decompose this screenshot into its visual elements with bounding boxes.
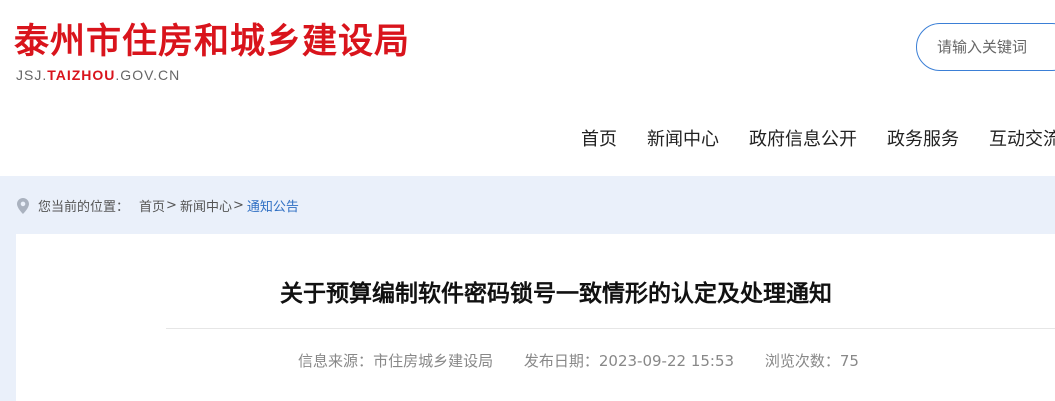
breadcrumb: 您当前的位置： 首页 > 新闻中心 > 通知公告 (16, 196, 299, 215)
main-nav: 首页 新闻中心 政府信息公开 政务服务 互动交流 (566, 124, 1055, 156)
title-divider (166, 328, 1055, 329)
date-value: 2023-09-22 15:53 (598, 352, 735, 370)
source-value: 市住房城乡建设局 (373, 352, 494, 370)
site-header: 泰州市住房和城乡建设局 JSJ.TAIZHOU.GOV.CN 首页 新闻中心 政… (0, 0, 1055, 176)
nav-item-home[interactable]: 首页 (566, 124, 632, 156)
breadcrumb-notices[interactable]: 通知公告 (247, 196, 299, 215)
search-box (916, 23, 1055, 71)
nav-item-news[interactable]: 新闻中心 (632, 124, 734, 156)
breadcrumb-home[interactable]: 首页 (139, 196, 165, 215)
location-pin-icon (17, 197, 29, 214)
article-source: 信息来源：市住房城乡建设局 (298, 352, 493, 370)
article-meta: 信息来源：市住房城乡建设局 发布日期：2023-09-22 15:53 浏览次数… (166, 350, 991, 372)
search-input[interactable] (937, 38, 1055, 56)
article-title: 关于预算编制软件密码锁号一致情形的认定及处理通知 (280, 281, 832, 307)
article-views: 浏览次数：75 (765, 352, 859, 370)
site-logo-title[interactable]: 泰州市住房和城乡建设局 (14, 20, 410, 64)
breadcrumb-prefix: 您当前的位置： (38, 200, 130, 215)
article-date: 发布日期：2023-09-22 15:53 (524, 352, 734, 370)
site-domain: JSJ.TAIZHOU.GOV.CN (16, 67, 180, 83)
content-panel (16, 234, 1055, 401)
domain-suffix: .GOV.CN (115, 67, 181, 83)
breadcrumb-separator: > (166, 198, 177, 213)
nav-item-services[interactable]: 政务服务 (872, 124, 974, 156)
views-label: 浏览次数： (764, 352, 840, 370)
nav-item-interaction[interactable]: 互动交流 (974, 124, 1055, 156)
breadcrumb-separator: > (232, 198, 244, 213)
date-label: 发布日期： (523, 352, 599, 370)
source-label: 信息来源： (298, 352, 374, 370)
domain-prefix: JSJ. (16, 67, 48, 83)
views-value: 75 (839, 352, 859, 370)
domain-highlight: TAIZHOU (47, 67, 116, 83)
nav-item-gov-info[interactable]: 政府信息公开 (734, 124, 872, 156)
breadcrumb-news[interactable]: 新闻中心 (180, 196, 232, 215)
